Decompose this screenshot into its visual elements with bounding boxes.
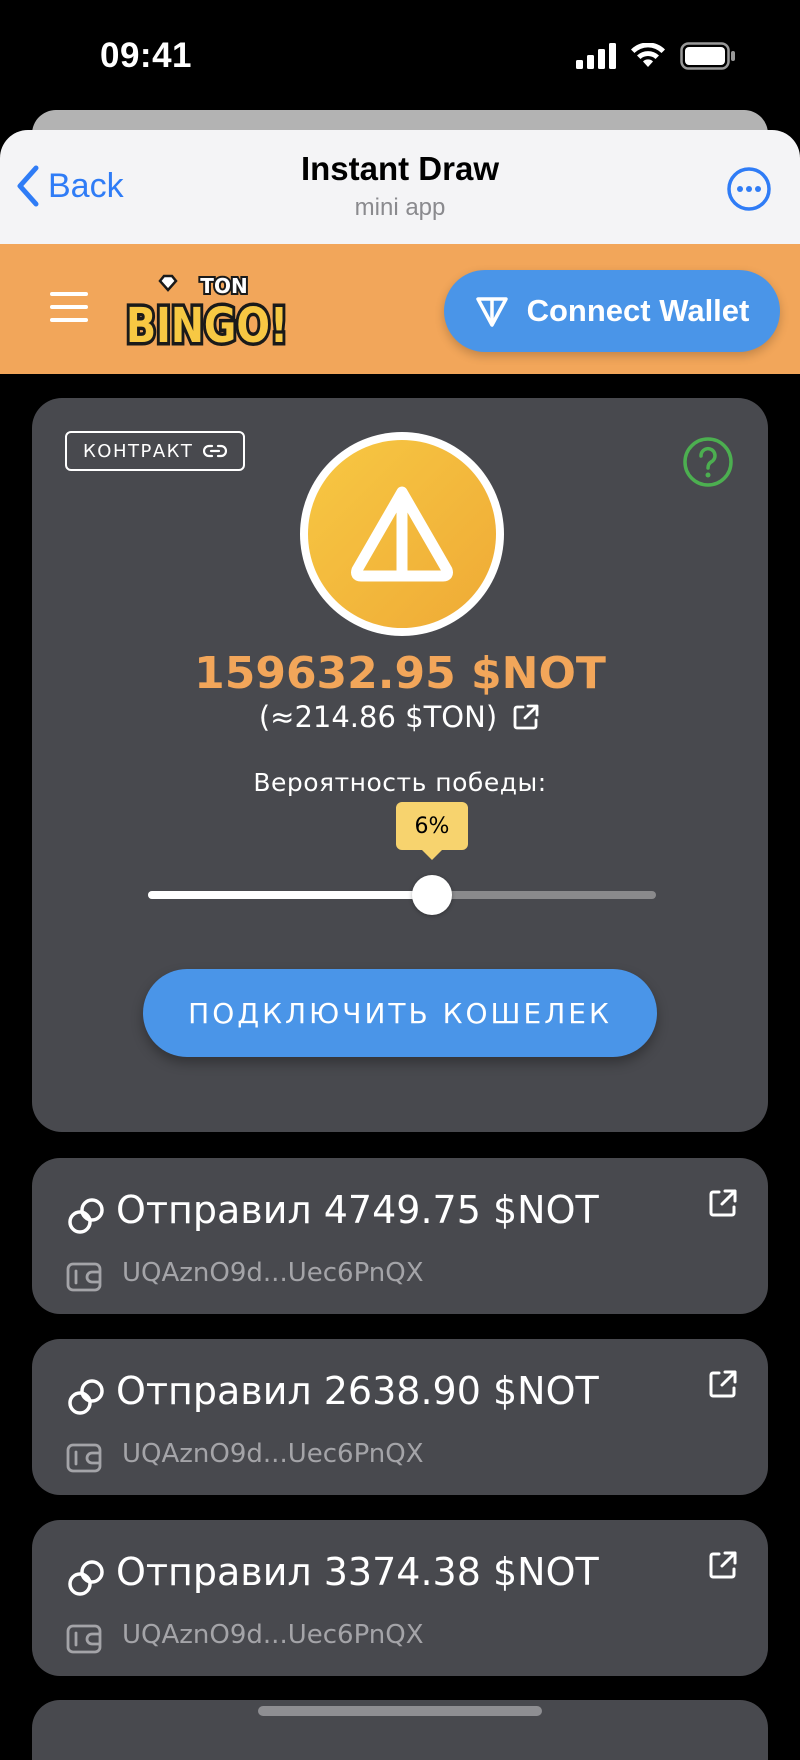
- external-link-icon[interactable]: [706, 1186, 740, 1220]
- notcoin-icon: [351, 486, 453, 582]
- ton-logo-icon: [475, 297, 508, 327]
- svg-text:TON: TON: [200, 274, 247, 298]
- transaction-title: Отправил 2638.90 $NOT: [116, 1369, 599, 1413]
- mini-app-header: Back Instant Draw mini app: [0, 130, 800, 244]
- link-chain-icon: [68, 1198, 104, 1234]
- slider-value-tooltip: 6%: [396, 802, 468, 860]
- draw-card: КОНТРАКТ 159632.95 $NOT (≈214.86 $TON) В…: [32, 398, 768, 1132]
- prize-ton-label: (≈214.86 $TON): [258, 700, 498, 734]
- connect-wallet-button[interactable]: Connect Wallet: [444, 270, 780, 352]
- link-chain-icon: [68, 1560, 104, 1596]
- transaction-card[interactable]: Отправил 4749.75 $NOT UQAznO9d...Uec6PnQ…: [32, 1158, 768, 1314]
- status-time: 09:41: [100, 36, 193, 75]
- contract-button[interactable]: КОНТРАКТ: [65, 431, 246, 471]
- more-options-icon[interactable]: [726, 166, 772, 212]
- page-title: Instant Draw: [300, 150, 500, 187]
- transaction-card[interactable]: Отправил 2638.90 $NOT UQAznO9d...Uec6PnQ…: [32, 1339, 768, 1495]
- transaction-card[interactable]: Отправил 3374.38 $NOT UQAznO9d...Uec6PnQ…: [32, 1520, 768, 1676]
- cellular-signal-icon: [576, 43, 616, 69]
- prize-ton-value: (≈214.86 $TON): [32, 700, 768, 734]
- app-header: TON BINGO! Connect Wallet: [0, 244, 800, 374]
- wallet-icon: [66, 1262, 102, 1292]
- page-subtitle: mini app: [354, 194, 446, 221]
- status-bar: 09:41: [0, 0, 800, 110]
- wifi-icon: [631, 43, 665, 67]
- external-link-icon[interactable]: [706, 1548, 740, 1582]
- external-link-icon[interactable]: [706, 1367, 740, 1401]
- svg-text:BINGO!: BINGO!: [126, 298, 288, 354]
- slider-thumb[interactable]: [412, 875, 452, 915]
- link-icon: [203, 444, 228, 458]
- ton-bingo-logo: TON BINGO!: [124, 272, 292, 354]
- wallet-icon: [66, 1443, 102, 1473]
- connect-wallet-label: Connect Wallet: [526, 293, 750, 328]
- win-probability-slider[interactable]: 6%: [148, 802, 656, 915]
- status-icons: [576, 42, 736, 70]
- link-chain-icon: [68, 1379, 104, 1415]
- transaction-title: Отправил 3374.38 $NOT: [116, 1550, 599, 1594]
- slider-fill: [148, 891, 432, 899]
- home-indicator: [258, 1706, 542, 1716]
- transaction-title: Отправил 4749.75 $NOT: [116, 1188, 599, 1232]
- prize-amount: 159632.95 $NOT: [194, 648, 606, 699]
- menu-icon[interactable]: [50, 292, 88, 322]
- external-link-icon[interactable]: [511, 702, 541, 732]
- wallet-icon: [66, 1624, 102, 1654]
- transaction-address: UQAznO9d...Uec6PnQX: [122, 1620, 424, 1650]
- notcoin-logo: [300, 432, 504, 636]
- contract-label: КОНТРАКТ: [83, 440, 194, 462]
- help-icon[interactable]: [682, 436, 734, 488]
- battery-icon: [680, 42, 735, 70]
- transaction-address: UQAznO9d...Uec6PnQX: [122, 1439, 424, 1469]
- transaction-address: UQAznO9d...Uec6PnQX: [122, 1258, 424, 1288]
- connect-wallet-main-button[interactable]: ПОДКЛЮЧИТЬ КОШЕЛЕК: [143, 969, 657, 1057]
- win-probability-label: Вероятность победы:: [253, 768, 547, 797]
